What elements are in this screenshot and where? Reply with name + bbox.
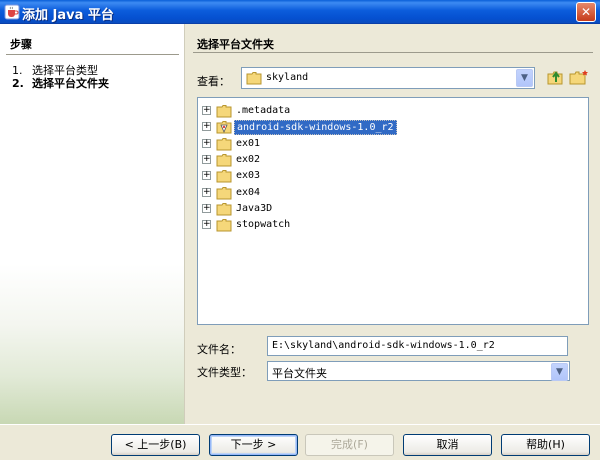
- new-folder-icon[interactable]: [569, 68, 589, 86]
- folder-icon: [216, 105, 232, 118]
- divider: [0, 424, 600, 425]
- close-icon: ✕: [580, 5, 592, 19]
- close-button[interactable]: ✕: [576, 2, 596, 22]
- next-button[interactable]: 下一步 >: [209, 434, 298, 456]
- folder-icon: [216, 137, 232, 151]
- look-in-value: skyland: [266, 72, 309, 83]
- folder-icon: [216, 202, 232, 216]
- folder-icon: [216, 186, 232, 199]
- expand-icon[interactable]: +: [202, 138, 211, 148]
- divider: [193, 52, 593, 53]
- folder-tree[interactable]: + .metadata + android-sdk-windows-1.0_r2 + ex…: [197, 97, 589, 325]
- expand-icon[interactable]: +: [202, 203, 211, 213]
- chevron-down-icon[interactable]: ▼: [551, 363, 568, 381]
- tree-item-label: ex01: [236, 137, 261, 149]
- file-name-field[interactable]: E:\skyland\android-sdk-windows-1.0_r2: [267, 336, 568, 356]
- steps-heading: 步骤: [10, 38, 32, 51]
- tree-item-label: ex02: [236, 153, 261, 165]
- tree-item-label: ex03: [236, 170, 261, 182]
- file-type-value: 平台文件夹: [272, 367, 327, 380]
- page-title: 选择平台文件夹: [197, 38, 274, 51]
- expand-icon[interactable]: +: [202, 106, 211, 115]
- java-cup-icon: [4, 4, 20, 20]
- divider: [6, 54, 179, 55]
- up-folder-icon[interactable]: [546, 68, 564, 86]
- file-type-label: 文件类型：: [197, 366, 252, 379]
- title-bar: 添加 Java 平台 ✕: [0, 0, 600, 24]
- folder-icon: [216, 219, 232, 232]
- tree-item-label: android-sdk-windows-1.0_r2: [234, 120, 397, 136]
- finish-button[interactable]: 完成(F): [305, 434, 394, 456]
- expand-icon[interactable]: +: [202, 122, 211, 132]
- platform-folder-icon: [216, 121, 232, 134]
- look-in-label: 查看：: [197, 75, 230, 88]
- cancel-button[interactable]: 取消: [403, 434, 492, 456]
- step-label: 选择平台文件夹: [32, 77, 109, 90]
- expand-icon[interactable]: +: [202, 171, 211, 181]
- folder-icon: [216, 153, 232, 167]
- chevron-down-icon[interactable]: ▼: [516, 69, 533, 87]
- file-type-dropdown[interactable]: 平台文件夹 ▼: [267, 361, 570, 381]
- file-name-label: 文件名：: [197, 343, 241, 356]
- tree-item-label: Java3D: [236, 202, 273, 214]
- tree-item-label: stopwatch: [236, 219, 291, 231]
- step-item-select-platform-folder: 2. 选择平台文件夹: [12, 75, 109, 91]
- window-title: 添加 Java 平台: [22, 8, 114, 23]
- expand-icon[interactable]: +: [202, 154, 211, 164]
- tree-item-label: ex04: [236, 186, 261, 198]
- expand-icon[interactable]: +: [202, 187, 211, 197]
- tree-item-label: .metadata: [236, 105, 291, 116]
- steps-pane: 步骤 1. 选择平台类型 2. 选择平台文件夹: [0, 24, 185, 424]
- help-button[interactable]: 帮助(H): [501, 434, 590, 456]
- look-in-dropdown[interactable]: skyland ▼: [241, 67, 535, 89]
- folder-icon: [216, 170, 232, 183]
- expand-icon[interactable]: +: [202, 220, 211, 230]
- step-number: 2.: [12, 77, 24, 90]
- folder-icon: [246, 72, 262, 85]
- back-button[interactable]: < 上一步(B): [111, 434, 200, 456]
